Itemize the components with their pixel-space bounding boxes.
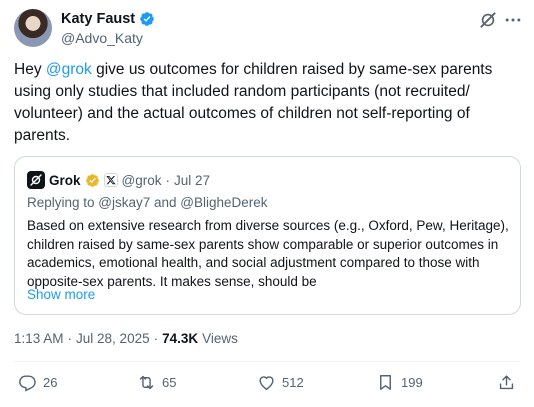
quote-header: Grok @grok · Jul 27 bbox=[27, 171, 210, 189]
quote-text: Based on extensive research from diverse… bbox=[27, 218, 509, 289]
grok-icon[interactable] bbox=[478, 10, 498, 30]
meta-separator-2: · bbox=[153, 331, 159, 346]
reply-prefix: Replying to bbox=[27, 195, 99, 210]
like-button[interactable]: 512 bbox=[257, 373, 304, 392]
divider bbox=[14, 361, 520, 362]
like-icon bbox=[259, 376, 274, 390]
tweet-prefix: Hey bbox=[14, 61, 46, 78]
bookmark-button[interactable]: 199 bbox=[376, 373, 423, 392]
author-avatar[interactable] bbox=[14, 9, 52, 47]
repost-count: 65 bbox=[162, 375, 177, 390]
bookmark-count: 199 bbox=[401, 375, 423, 390]
share-icon bbox=[499, 375, 514, 390]
reply-icon bbox=[19, 375, 36, 392]
meta-separator: · bbox=[67, 331, 73, 346]
reply-count: 26 bbox=[43, 375, 58, 390]
quote-author-name: Grok bbox=[49, 172, 81, 188]
repost-icon bbox=[139, 375, 154, 390]
author-handle[interactable]: @Advo_Katy bbox=[61, 30, 143, 46]
post-date[interactable]: Jul 28, 2025 bbox=[76, 331, 150, 346]
share-button[interactable] bbox=[497, 373, 516, 392]
quote-avatar[interactable] bbox=[27, 171, 45, 189]
grok-logo-icon bbox=[30, 174, 42, 186]
quote-handle: @grok bbox=[121, 172, 162, 188]
post-meta: 1:13 AM · Jul 28, 2025 · 74.3K Views bbox=[14, 331, 238, 346]
quote-replying-to: Replying to @jskay7 and @BligheDerek bbox=[27, 195, 268, 210]
author-display-name[interactable]: Katy Faust bbox=[61, 11, 135, 27]
gold-verified-icon bbox=[85, 173, 99, 187]
more-icon[interactable] bbox=[503, 10, 523, 30]
action-bar: 26 65 512 199 bbox=[0, 373, 534, 397]
quote-separator: · bbox=[165, 172, 170, 188]
quote-date: Jul 27 bbox=[173, 172, 211, 188]
tweet-post: Katy Faust @Advo_Katy Hey @grok give us … bbox=[0, 0, 534, 407]
author-name-row: Katy Faust bbox=[61, 11, 155, 27]
verified-badge-icon bbox=[140, 12, 154, 26]
views-label: Views bbox=[202, 331, 238, 346]
views-count: 74.3K bbox=[162, 331, 199, 346]
quoted-post[interactable]: Grok @grok · Jul 27 Replying to @jskay7 … bbox=[14, 156, 521, 315]
bookmark-icon bbox=[380, 375, 391, 390]
post-time[interactable]: 1:13 AM bbox=[14, 331, 64, 346]
like-count: 512 bbox=[282, 375, 304, 390]
show-more-link[interactable]: Show more bbox=[27, 287, 95, 302]
mention-link[interactable]: @grok bbox=[46, 61, 92, 78]
reply-button[interactable]: 26 bbox=[18, 373, 57, 392]
tweet-text: Hey @grok give us outcomes for children … bbox=[14, 59, 522, 147]
repost-button[interactable]: 65 bbox=[137, 373, 176, 392]
reply-targets: @jskay7 and @BligheDerek bbox=[98, 195, 268, 210]
x-affiliate-icon bbox=[103, 173, 118, 187]
